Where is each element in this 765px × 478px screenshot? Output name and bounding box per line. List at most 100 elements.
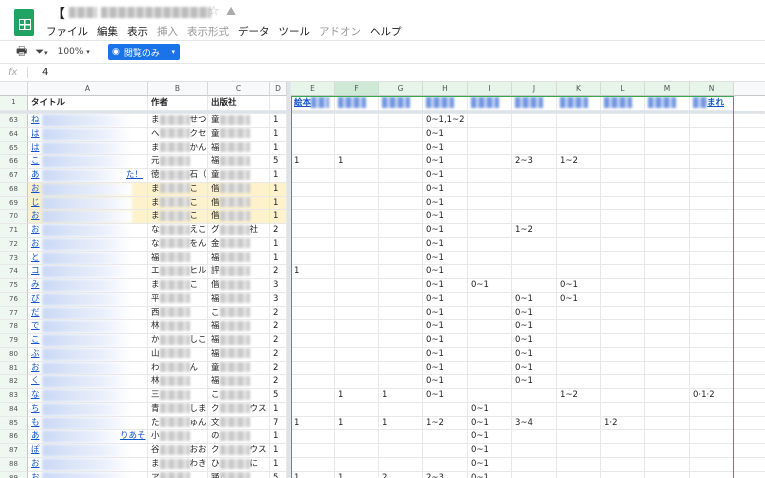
- author-cell[interactable]: 徳石（: [148, 169, 208, 183]
- title-cell[interactable]: お: [28, 224, 148, 238]
- filter-icon[interactable]: ⏷▾: [35, 45, 47, 59]
- title-cell[interactable]: ね: [28, 114, 148, 128]
- value-cell-G[interactable]: [379, 320, 423, 335]
- publisher-cell[interactable]: 福: [208, 320, 270, 335]
- publisher-cell[interactable]: 偕: [208, 210, 270, 225]
- author-cell[interactable]: なをん: [148, 237, 208, 252]
- column-header-I[interactable]: I: [468, 82, 512, 96]
- value-cell-G[interactable]: [379, 361, 423, 376]
- header-cell-E[interactable]: 絵本: [291, 96, 335, 111]
- row-header[interactable]: 74: [0, 265, 28, 280]
- value-cell-Z[interactable]: [734, 458, 765, 472]
- value-cell-L[interactable]: [601, 279, 645, 293]
- value-cell-M[interactable]: [645, 155, 690, 170]
- value-cell-I[interactable]: [468, 127, 512, 142]
- value-cell-L[interactable]: [601, 334, 645, 348]
- count-cell[interactable]: 1: [270, 141, 287, 156]
- publisher-cell[interactable]: 偕: [208, 182, 270, 197]
- value-cell-J[interactable]: [512, 141, 557, 156]
- value-cell-G[interactable]: [379, 182, 423, 197]
- count-cell[interactable]: 2: [270, 265, 287, 280]
- value-cell-L[interactable]: [601, 141, 645, 156]
- title-cell[interactable]: あた！: [28, 169, 148, 183]
- value-cell-M[interactable]: [645, 114, 690, 128]
- value-cell-M[interactable]: [645, 471, 690, 478]
- value-cell-I[interactable]: [468, 389, 512, 403]
- value-cell-I[interactable]: [468, 265, 512, 280]
- title-cell[interactable]: ぴ: [28, 292, 148, 307]
- value-cell-E[interactable]: [291, 237, 335, 252]
- value-cell-J[interactable]: [512, 389, 557, 403]
- publisher-cell[interactable]: クウス: [208, 444, 270, 458]
- value-cell-L[interactable]: [601, 237, 645, 252]
- value-cell-Z[interactable]: [734, 348, 765, 362]
- row-header[interactable]: 75: [0, 279, 28, 293]
- value-cell-L[interactable]: [601, 251, 645, 266]
- value-cell-Z[interactable]: [734, 334, 765, 348]
- value-cell-L[interactable]: [601, 402, 645, 417]
- author-cell[interactable]: まこ: [148, 182, 208, 197]
- author-cell[interactable]: まこ: [148, 196, 208, 211]
- value-cell-E[interactable]: [291, 458, 335, 472]
- header-cell-K[interactable]: [557, 96, 601, 111]
- value-cell-I[interactable]: [468, 375, 512, 390]
- value-cell-I[interactable]: 0~1: [468, 416, 512, 431]
- column-header-M[interactable]: M: [645, 82, 690, 96]
- row-header[interactable]: 1: [0, 96, 28, 111]
- value-cell-M[interactable]: [645, 265, 690, 280]
- count-cell[interactable]: 1: [270, 458, 287, 472]
- author-cell[interactable]: たゅん: [148, 416, 208, 431]
- value-cell-G[interactable]: [379, 265, 423, 280]
- value-cell-M[interactable]: [645, 416, 690, 431]
- author-cell[interactable]: 林: [148, 375, 208, 390]
- header-cell-I[interactable]: [468, 96, 512, 111]
- select-all-corner[interactable]: [0, 82, 28, 96]
- value-cell-I[interactable]: [468, 224, 512, 238]
- count-cell[interactable]: 5: [270, 389, 287, 403]
- value-cell-J[interactable]: [512, 182, 557, 197]
- value-cell-N[interactable]: [690, 458, 734, 472]
- value-cell-M[interactable]: [645, 279, 690, 293]
- value-cell-E[interactable]: [291, 196, 335, 211]
- value-cell-F[interactable]: [335, 251, 379, 266]
- value-cell-E[interactable]: 1: [291, 265, 335, 280]
- value-cell-Z[interactable]: [734, 307, 765, 321]
- publisher-cell[interactable]: 福: [208, 347, 270, 362]
- menu-2[interactable]: 表示: [127, 24, 148, 39]
- value-cell-Z[interactable]: [734, 320, 765, 335]
- value-cell-J[interactable]: [512, 444, 557, 458]
- value-cell-F[interactable]: [335, 127, 379, 142]
- row-header[interactable]: 87: [0, 444, 28, 458]
- header-cell-J[interactable]: [512, 96, 557, 111]
- value-cell-G[interactable]: [379, 306, 423, 321]
- value-cell-H[interactable]: 0~1: [423, 265, 468, 280]
- title-cell[interactable]: も: [28, 416, 148, 431]
- value-cell-K[interactable]: [557, 334, 601, 348]
- row-header[interactable]: 84: [0, 402, 28, 417]
- value-cell-K[interactable]: [557, 251, 601, 266]
- value-cell-M[interactable]: [645, 444, 690, 458]
- value-cell-K[interactable]: 1~2: [557, 389, 601, 403]
- row-header[interactable]: 71: [0, 224, 28, 238]
- row-header[interactable]: 81: [0, 361, 28, 376]
- value-cell-K[interactable]: [557, 416, 601, 431]
- count-cell[interactable]: 1: [270, 114, 287, 128]
- value-cell-F[interactable]: [335, 361, 379, 376]
- value-cell-G[interactable]: [379, 444, 423, 458]
- value-cell-M[interactable]: [645, 292, 690, 307]
- title-cell[interactable]: お: [28, 361, 148, 376]
- value-cell-Z[interactable]: [734, 142, 765, 156]
- menu-4[interactable]: 表示形式: [187, 24, 229, 39]
- value-cell-I[interactable]: [468, 292, 512, 307]
- menu-1[interactable]: 編集: [97, 24, 118, 39]
- value-cell-F[interactable]: [335, 320, 379, 335]
- value-cell-H[interactable]: 0~1: [423, 196, 468, 211]
- value-cell-N[interactable]: [690, 114, 734, 128]
- row-header[interactable]: 79: [0, 334, 28, 348]
- value-cell-H[interactable]: 0~1,1~2: [423, 114, 468, 128]
- value-cell-L[interactable]: [601, 292, 645, 307]
- author-cell[interactable]: 青しま: [148, 402, 208, 417]
- value-cell-J[interactable]: [512, 251, 557, 266]
- column-header-K[interactable]: K: [557, 82, 601, 96]
- value-cell-L[interactable]: 1·2: [601, 416, 645, 431]
